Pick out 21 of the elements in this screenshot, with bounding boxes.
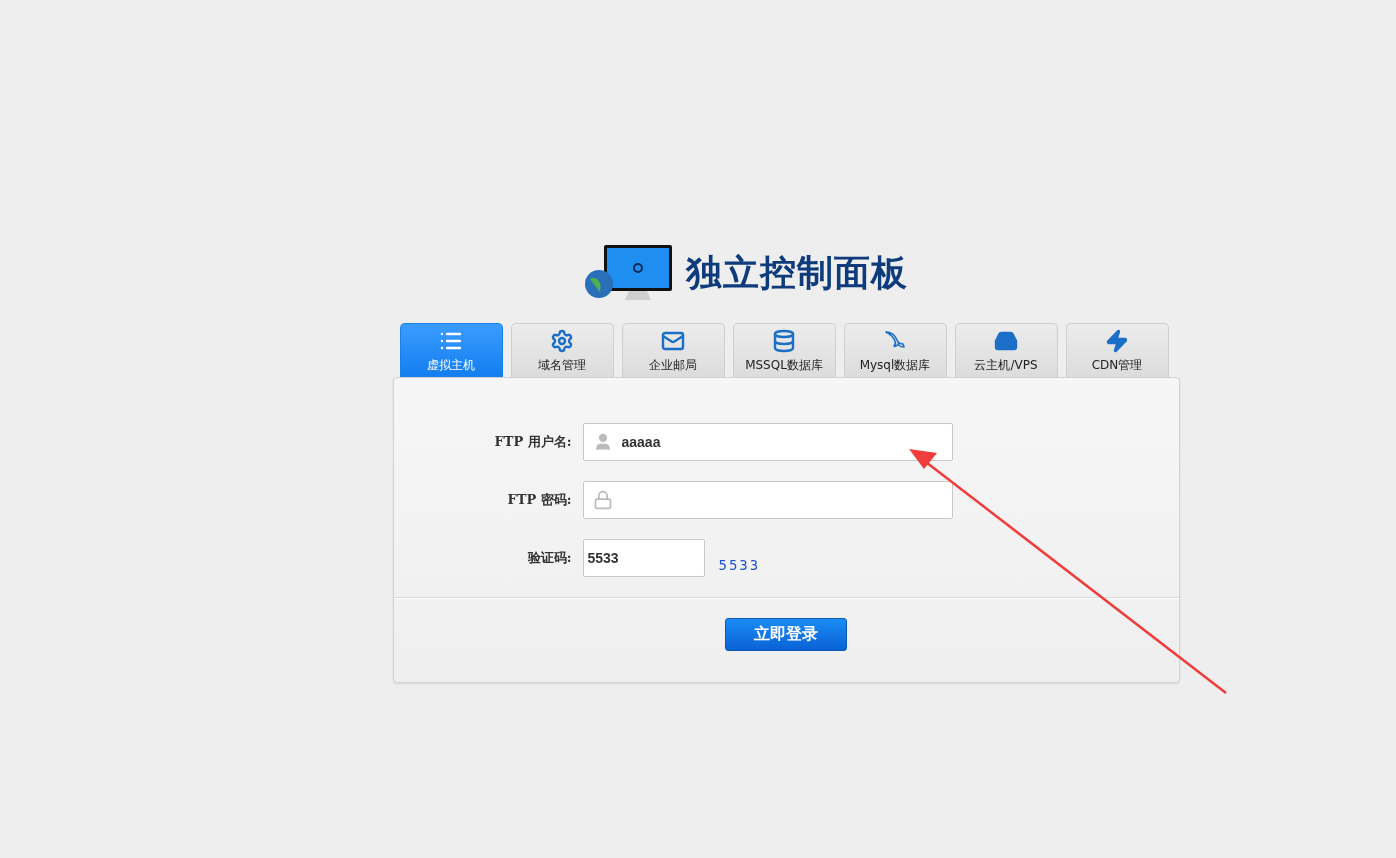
tab[interactable]: 企业邮局	[621, 323, 725, 377]
lock-icon	[592, 490, 613, 510]
field-label: FTP 用户名:	[493, 433, 573, 451]
tab[interactable]: 域名管理	[510, 323, 614, 377]
tab[interactable]: CDN管理	[1065, 323, 1169, 377]
tab[interactable]: MSSQL数据库	[732, 323, 836, 377]
envelope-icon	[661, 329, 685, 353]
gear-icon	[550, 329, 574, 353]
captcha-code: 5533	[718, 557, 761, 573]
tab[interactable]: 云主机/VPS	[954, 323, 1058, 377]
password-input[interactable]	[582, 481, 953, 519]
database-icon	[772, 329, 796, 353]
tab[interactable]: Mysql数据库	[843, 323, 947, 377]
field-label: 验证码:	[526, 549, 573, 567]
field-label: FTP 密码:	[506, 491, 573, 509]
lightning-icon	[1105, 329, 1129, 353]
tab[interactable]: 虚拟主机	[399, 323, 503, 377]
username-input[interactable]: aaaaa	[582, 423, 953, 461]
logo-title: 独立控制面板	[686, 250, 908, 295]
captcha-input[interactable]: 5533	[582, 539, 705, 577]
login-button[interactable]: 立即登录	[725, 618, 847, 651]
